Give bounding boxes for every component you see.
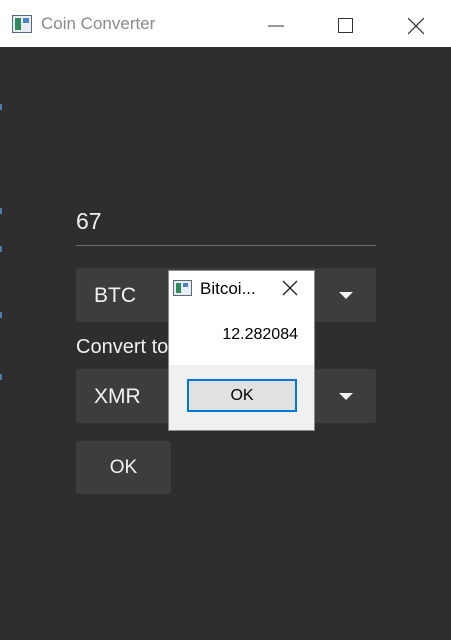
convert-ok-button[interactable]: OK <box>76 441 171 494</box>
dialog-ok-button[interactable]: OK <box>187 379 297 412</box>
minimize-button[interactable] <box>246 5 306 47</box>
dropdown-arrow-icon <box>339 292 353 299</box>
window-title: Coin Converter <box>41 14 156 33</box>
from-currency-value: BTC <box>94 284 136 307</box>
app-icon <box>12 15 32 33</box>
minimize-icon <box>268 25 284 27</box>
left-edge-marks <box>0 0 3 640</box>
result-dialog: Bitcoi... 12.282084 OK <box>168 270 315 431</box>
amount-value: 67 <box>76 208 102 234</box>
dialog-close-icon[interactable] <box>282 280 298 296</box>
dialog-app-icon <box>173 280 192 296</box>
dialog-result-value: 12.282084 <box>222 326 298 343</box>
dialog-body: 12.282084 <box>169 307 314 365</box>
maximize-button[interactable] <box>316 5 376 47</box>
dialog-title-bar[interactable]: Bitcoi... <box>169 271 314 307</box>
convert-to-label: Convert to <box>76 336 169 358</box>
to-currency-value: XMR <box>94 385 141 408</box>
close-icon <box>408 18 424 34</box>
app-window: Coin Converter 67 BTC Convert to XMR OK … <box>0 0 451 640</box>
dialog-title: Bitcoi... <box>200 279 256 298</box>
title-bar[interactable]: Coin Converter <box>0 5 451 47</box>
maximize-icon <box>338 18 353 33</box>
dropdown-arrow-icon <box>339 393 353 400</box>
close-button[interactable] <box>386 5 446 47</box>
amount-input[interactable]: 67 <box>76 204 376 246</box>
